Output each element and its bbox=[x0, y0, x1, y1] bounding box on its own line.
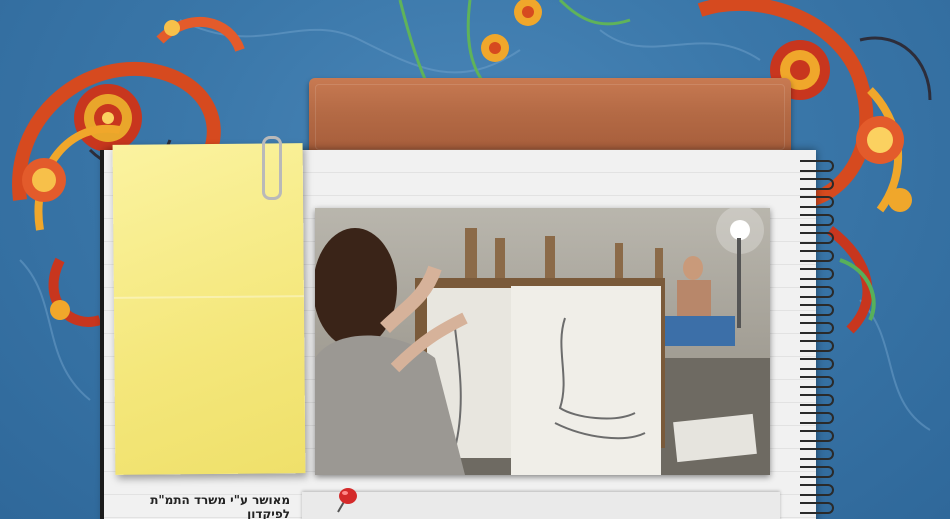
page-stage: מאושר ע"י משרד התמ"ת לפיקדון bbox=[0, 0, 950, 519]
spiral-binding bbox=[800, 156, 840, 519]
approval-text: מאושר ע"י משרד התמ"ת לפיקדון bbox=[150, 493, 290, 519]
leather-tape-strip bbox=[309, 78, 791, 156]
paperclip-icon bbox=[262, 136, 282, 200]
torn-paper-strip bbox=[302, 492, 780, 519]
art-class-photo bbox=[315, 208, 770, 475]
pushpin-icon bbox=[337, 488, 357, 513]
